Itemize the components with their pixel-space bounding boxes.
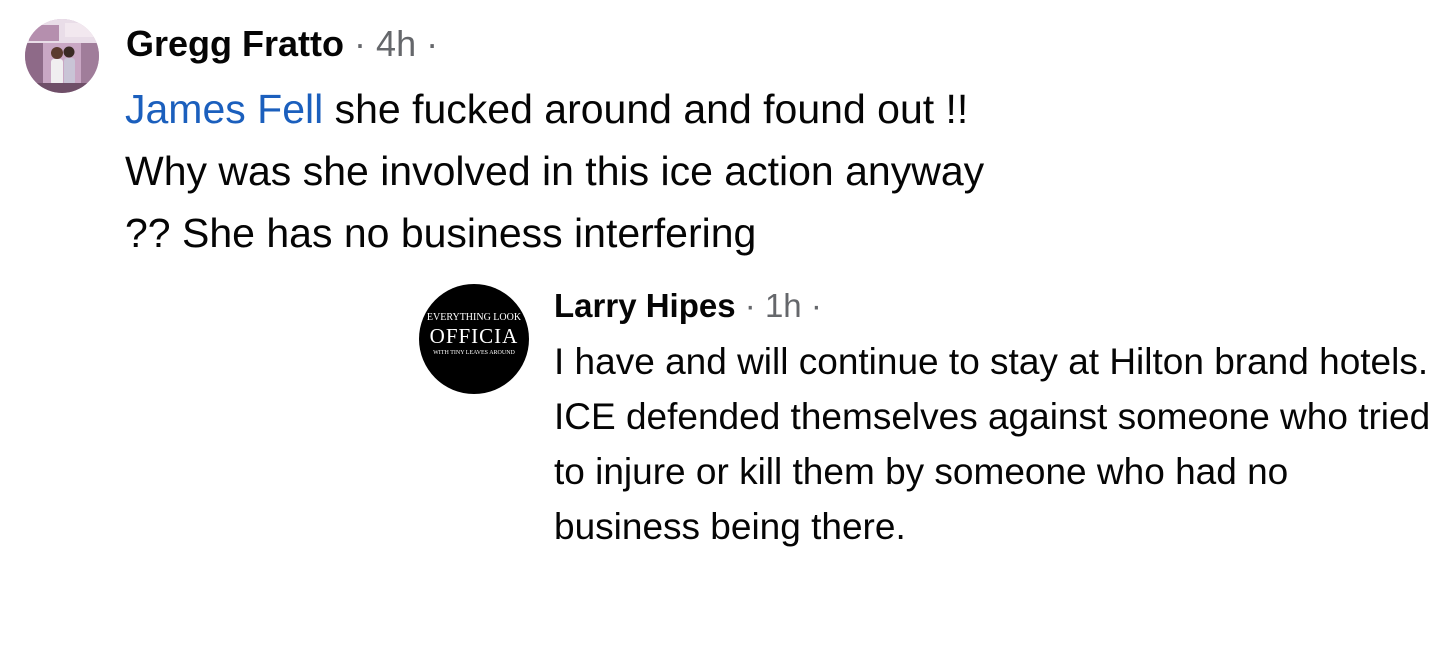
mention-link[interactable]: James Fell [125,86,323,132]
gregg-avatar[interactable] [25,19,99,93]
avatar-logo-text-bottom: WITH TINY LEAVES AROUND [433,350,515,356]
comment-text-line: ICE defended themselves against someone … [554,396,1431,547]
comment-header: Gregg Fratto · 4h · [126,22,438,66]
comment-body: I have and will continue to stay at Hilt… [554,334,1444,554]
separator-dot-trailing: · [426,23,439,64]
comment-time[interactable]: 1h [765,287,802,324]
comment-header: Larry Hipes · 1h · [554,285,822,327]
separator-dot: · [744,287,756,324]
avatar-photo-icon [25,19,99,93]
comment-text-line: I have and will continue to stay at Hilt… [554,341,1429,382]
avatar-logo-text-middle: OFFICIA [429,324,519,348]
comment-body: James Fell she fucked around and found o… [125,78,1005,264]
separator-dot-trailing: · [810,287,822,324]
larry-avatar[interactable]: EVERYTHING LOOK OFFICIA WITH TINY LEAVES… [419,284,529,394]
avatar-logo-text-top: EVERYTHING LOOK [426,312,522,323]
comment-author[interactable]: Gregg Fratto [126,23,344,64]
comment-time[interactable]: 4h [376,23,416,64]
separator-dot: · [354,23,367,64]
comment-author[interactable]: Larry Hipes [554,287,736,324]
